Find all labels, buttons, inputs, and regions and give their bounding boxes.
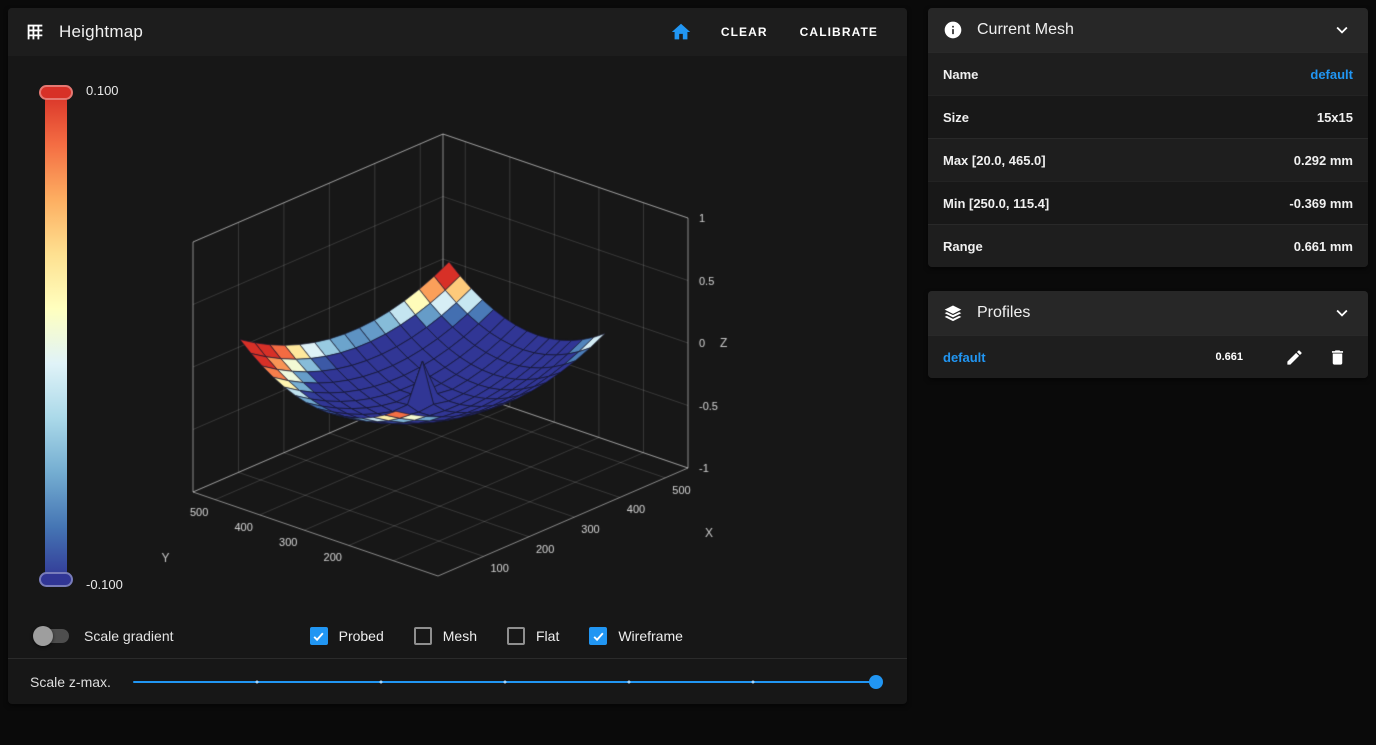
colorbar-min-label: -0.100	[86, 577, 123, 592]
mesh-row-label: Min [250.0, 115.4]	[943, 195, 1050, 211]
profiles-icon	[943, 303, 963, 323]
heightmap-plot-area: 0.100 -0.100	[8, 56, 907, 614]
mesh-row-min: Min [250.0, 115.4] -0.369 mm	[928, 181, 1368, 224]
mesh-row-value: 0.661 mm	[1293, 238, 1353, 254]
grid-icon	[24, 21, 46, 43]
checkbox-mesh-box	[413, 627, 432, 645]
current-mesh-header: Current Mesh	[928, 8, 1368, 52]
mesh-row-label: Max [20.0, 465.0]	[943, 152, 1046, 168]
mesh-row-value: default	[1310, 66, 1353, 82]
current-mesh-rows: Name default Size 15x15 Max [20.0, 465.0…	[928, 52, 1368, 267]
colorbar-min-handle[interactable]	[39, 572, 73, 587]
info-icon	[943, 20, 963, 40]
profiles-header: Profiles	[928, 291, 1368, 335]
slider-tick	[503, 680, 507, 683]
profiles-card: Profiles default 0.661	[928, 291, 1368, 378]
delete-profile-button[interactable]	[1322, 342, 1353, 373]
mesh-row-label: Range	[943, 238, 983, 254]
checkbox-wireframe-box	[589, 627, 608, 645]
heightmap-toolbar: CLEAR CALIBRATE	[660, 15, 891, 49]
checkbox-wireframe[interactable]: Wireframe	[589, 627, 683, 645]
checkbox-flat[interactable]: Flat	[507, 627, 559, 645]
checkbox-flat-box	[507, 627, 525, 645]
checkbox-flat-label: Flat	[536, 628, 560, 644]
profiles-title: Profiles	[977, 304, 1031, 321]
mesh-row-size: Size 15x15	[928, 95, 1368, 138]
scale-gradient-toggle[interactable]: Scale gradient	[33, 626, 174, 646]
checkbox-mesh-label: Mesh	[442, 628, 477, 644]
mesh-row-value: -0.369 mm	[1289, 195, 1353, 211]
slider-tick	[255, 680, 259, 683]
slider-tick	[751, 680, 755, 683]
display-controls: Scale gradient Probed Mesh Flat Wirefram…	[8, 614, 907, 658]
mesh-row-label: Size	[943, 109, 970, 125]
heightmap-3d-plot[interactable]	[38, 56, 838, 614]
mesh-row-value: 15x15	[1316, 109, 1353, 125]
calibrate-button[interactable]: CALIBRATE	[787, 16, 891, 48]
zmax-slider[interactable]	[132, 674, 883, 689]
toggle-knob[interactable]	[33, 626, 53, 646]
mesh-row-name: Name default	[928, 52, 1368, 95]
heightmap-title: Heightmap	[59, 22, 144, 41]
slider-tick	[627, 680, 631, 683]
slider-tick	[379, 680, 383, 683]
heightmap-header: Heightmap CLEAR CALIBRATE	[8, 8, 907, 56]
colorbar-gradient	[45, 90, 67, 582]
profile-range-value: 0.661	[1215, 351, 1243, 363]
zmax-slider-handle[interactable]	[869, 674, 883, 689]
mesh-row-label: Name	[943, 66, 979, 82]
zmax-slider-label: Scale z-max.	[30, 673, 111, 690]
scale-gradient-label: Scale gradient	[84, 628, 174, 644]
profile-actions	[1279, 342, 1353, 373]
checkbox-probed[interactable]: Probed	[309, 627, 384, 645]
profile-name-link[interactable]: default	[943, 350, 986, 365]
chevron-down-icon[interactable]	[1331, 19, 1353, 41]
trash-icon	[1328, 348, 1347, 367]
checkbox-wireframe-label: Wireframe	[618, 628, 683, 644]
heightmap-panel: Heightmap CLEAR CALIBRATE 0.100 -0.100 S…	[8, 8, 907, 704]
edit-profile-button[interactable]	[1279, 342, 1310, 373]
checkbox-probed-box	[309, 627, 328, 645]
mesh-row-max: Max [20.0, 465.0] 0.292 mm	[928, 138, 1368, 181]
colorbar-max-label: 0.100	[86, 83, 119, 98]
colorbar-max-handle[interactable]	[39, 85, 73, 100]
home-icon	[670, 21, 692, 43]
profile-list-item: default 0.661	[928, 335, 1368, 378]
pencil-icon	[1285, 348, 1304, 367]
chevron-down-icon[interactable]	[1331, 302, 1353, 324]
checkbox-mesh[interactable]: Mesh	[413, 627, 477, 645]
display-mode-checkboxes: Probed Mesh Flat Wireframe	[309, 627, 683, 645]
checkbox-probed-label: Probed	[338, 628, 384, 644]
toggle-track[interactable]	[33, 626, 69, 646]
current-mesh-title: Current Mesh	[977, 21, 1074, 38]
mesh-row-range: Range 0.661 mm	[928, 224, 1368, 267]
current-mesh-card: Current Mesh Name default Size 15x15 Max…	[928, 8, 1368, 267]
clear-button[interactable]: CLEAR	[708, 16, 781, 48]
home-button[interactable]	[660, 15, 702, 49]
mesh-row-value: 0.292 mm	[1293, 152, 1353, 168]
zmax-slider-row: Scale z-max.	[8, 658, 907, 704]
